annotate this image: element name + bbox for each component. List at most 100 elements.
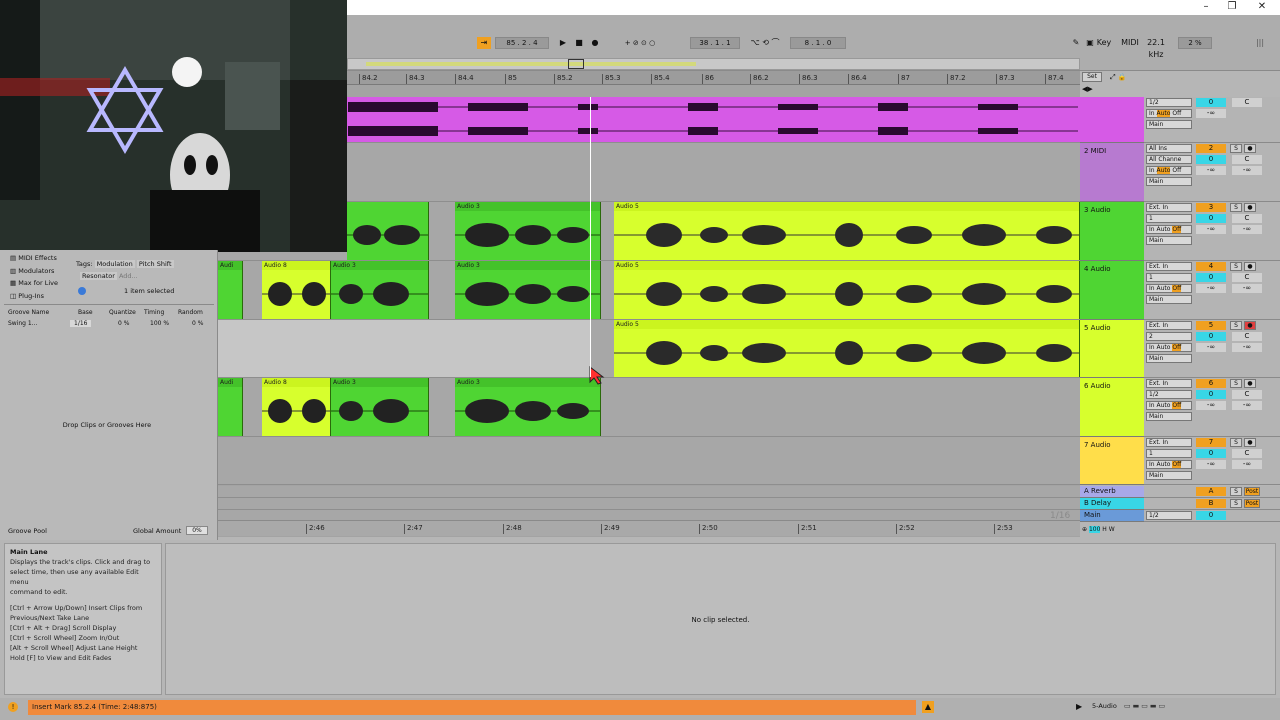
clip-audio-5[interactable]: Audio 5 <box>614 320 1080 377</box>
output-select[interactable]: Main <box>1146 120 1192 129</box>
volume-field[interactable]: 0 <box>1196 273 1226 282</box>
solo-button[interactable]: S <box>1230 438 1242 447</box>
output-select[interactable]: Main <box>1146 471 1192 480</box>
clip-audio-3[interactable]: Audio 3 <box>331 378 429 436</box>
monitor-group[interactable]: In Auto Off <box>1146 401 1192 410</box>
send-b-field[interactable]: -∞ <box>1232 225 1262 234</box>
track-number[interactable]: 7 <box>1196 438 1226 447</box>
solo-button[interactable]: S <box>1230 144 1242 153</box>
track-name[interactable]: Main <box>1084 511 1101 519</box>
track-1-header[interactable] <box>1080 97 1144 143</box>
volume-field[interactable]: 0 <box>1196 449 1226 458</box>
track-4-header[interactable]: 4 Audio <box>1080 261 1144 320</box>
clip-audio-3[interactable]: Audio 3 <box>331 261 429 319</box>
expand-icon[interactable]: ▶ <box>1076 702 1086 712</box>
pan-field[interactable]: C <box>1232 332 1262 341</box>
solo-button[interactable]: S <box>1230 379 1242 388</box>
main-input-select[interactable]: 1/2 <box>1146 511 1192 520</box>
clip-audio-5[interactable]: Audio 5 <box>614 261 1080 319</box>
track-name[interactable]: 3 Audio <box>1084 206 1111 214</box>
track-name[interactable]: 2 MIDI <box>1084 147 1106 155</box>
send-a-field[interactable]: -∞ <box>1196 284 1226 293</box>
close-icon[interactable]: ✕ <box>1252 1 1272 14</box>
return-letter[interactable]: B <box>1196 499 1226 508</box>
groove-row[interactable]: Swing 1... 1/16 0 % 100 % 0 % <box>6 320 212 329</box>
output-select[interactable]: Main <box>1146 236 1192 245</box>
time-ruler[interactable]: 2:46 2:47 2:48 2:49 2:50 2:51 2:52 2:53 <box>218 520 1080 536</box>
overdub-icons[interactable]: + ⊘ ⊙ ○ <box>610 37 670 49</box>
overview-strip[interactable] <box>347 58 1080 70</box>
send-a-field[interactable]: -∞ <box>1196 343 1226 352</box>
channel-select[interactable]: 2 <box>1146 332 1192 341</box>
send-b-field[interactable]: -∞ <box>1232 166 1262 175</box>
track-3-lane[interactable]: Audio 3 Audio 5 <box>218 202 1080 261</box>
clip-detail-view[interactable]: No clip selected. <box>165 543 1276 695</box>
track-name[interactable]: 5 Audio <box>1084 324 1111 332</box>
track-name[interactable]: 7 Audio <box>1084 441 1111 449</box>
track-2-header[interactable]: 2 MIDI <box>1080 143 1144 202</box>
tag[interactable]: Modulation <box>94 260 135 268</box>
clip-audio-3[interactable]: Audio 3 <box>455 378 601 436</box>
track-7-header[interactable]: 7 Audio <box>1080 437 1144 485</box>
view-toggle-icons[interactable]: ▭▬▭▬▭ <box>1124 702 1240 712</box>
midi-button[interactable]: MIDI <box>1120 37 1140 49</box>
send-b-field[interactable]: -∞ <box>1232 460 1262 469</box>
send-a-field[interactable]: -∞ <box>1196 166 1226 175</box>
send-a-field[interactable]: -∞ <box>1196 225 1226 234</box>
pan-field[interactable]: C <box>1232 449 1262 458</box>
channel-select[interactable]: 1 <box>1146 449 1192 458</box>
pan-field[interactable]: C <box>1232 214 1262 223</box>
volume-field[interactable]: 0 <box>1196 214 1226 223</box>
output-select[interactable]: Main <box>1146 177 1192 186</box>
clip-audio-3[interactable]: Audio 3 <box>455 202 601 260</box>
input-select[interactable]: 1/2 <box>1146 98 1192 107</box>
browser-item[interactable]: ◫ Plug-Ins <box>10 290 58 303</box>
solo-button[interactable]: S <box>1230 262 1242 271</box>
input-select[interactable]: Ext. In <box>1146 379 1192 388</box>
arm-icon[interactable]: ● <box>1244 144 1256 153</box>
clip-audi[interactable]: Audi <box>218 378 243 436</box>
return-b-lane[interactable] <box>218 498 1080 510</box>
browser-item[interactable]: ▤ MIDI Effects <box>10 252 58 265</box>
follow-icon[interactable]: ⇥ <box>477 37 491 49</box>
input-select[interactable]: Ext. In <box>1146 203 1192 212</box>
volume-field[interactable]: 0 <box>1196 390 1226 399</box>
add-tag-button[interactable]: Add... <box>119 272 138 280</box>
warning-icon[interactable]: ! <box>8 702 18 712</box>
pan-field[interactable]: C <box>1232 273 1262 282</box>
solo-button[interactable]: S <box>1230 487 1242 496</box>
track-name[interactable]: 4 Audio <box>1084 265 1111 273</box>
record-icon[interactable]: ● <box>589 37 601 49</box>
track-number[interactable]: 3 <box>1196 203 1226 212</box>
global-amount-field[interactable]: 0% <box>186 526 208 535</box>
monitor-group[interactable]: In Auto Off <box>1146 460 1192 469</box>
channel-select[interactable]: 1 <box>1146 214 1192 223</box>
loop-length-field[interactable]: 8 . 1 . 0 <box>790 37 846 49</box>
volume-field[interactable]: 0 <box>1196 155 1226 164</box>
output-select[interactable]: Main <box>1146 354 1192 363</box>
solo-button[interactable]: S <box>1230 499 1242 508</box>
restore-icon[interactable]: ❐ <box>1222 1 1242 14</box>
channel-select[interactable]: 1 <box>1146 273 1192 282</box>
send-b-field[interactable]: -∞ <box>1232 343 1262 352</box>
channel-select[interactable]: 1/2 <box>1146 390 1192 399</box>
input-select[interactable]: Ext. In <box>1146 262 1192 271</box>
clip-audio-8[interactable]: Audio 8 <box>262 261 331 319</box>
browser-item[interactable]: ▦ Max for Live <box>10 277 58 290</box>
position-field[interactable]: 85 . 2 . 4 <box>495 37 549 49</box>
track-6-lane[interactable]: Audi Audio 8 Audio 3 Audio 3 <box>218 378 1080 437</box>
arm-icon[interactable]: ● <box>1244 321 1256 330</box>
track-3-header[interactable]: 3 Audio <box>1080 202 1144 261</box>
track-1-lane[interactable] <box>218 97 1080 143</box>
tag[interactable]: Pitch Shift <box>136 260 174 268</box>
send-a-field[interactable]: -∞ <box>1196 109 1226 118</box>
key-map-icon[interactable]: ▣ <box>1084 37 1096 49</box>
volume-field[interactable]: 0 <box>1196 332 1226 341</box>
pan-field[interactable]: C <box>1232 98 1262 107</box>
arm-icon[interactable]: ● <box>1244 203 1256 212</box>
post-button[interactable]: Post <box>1244 499 1260 508</box>
monitor-group[interactable]: In Auto Off <box>1146 284 1192 293</box>
clip-audio-8[interactable]: Audio 8 <box>262 378 331 436</box>
set-button[interactable]: Set <box>1082 72 1102 82</box>
monitor-group[interactable]: In Auto Off <box>1146 109 1192 118</box>
